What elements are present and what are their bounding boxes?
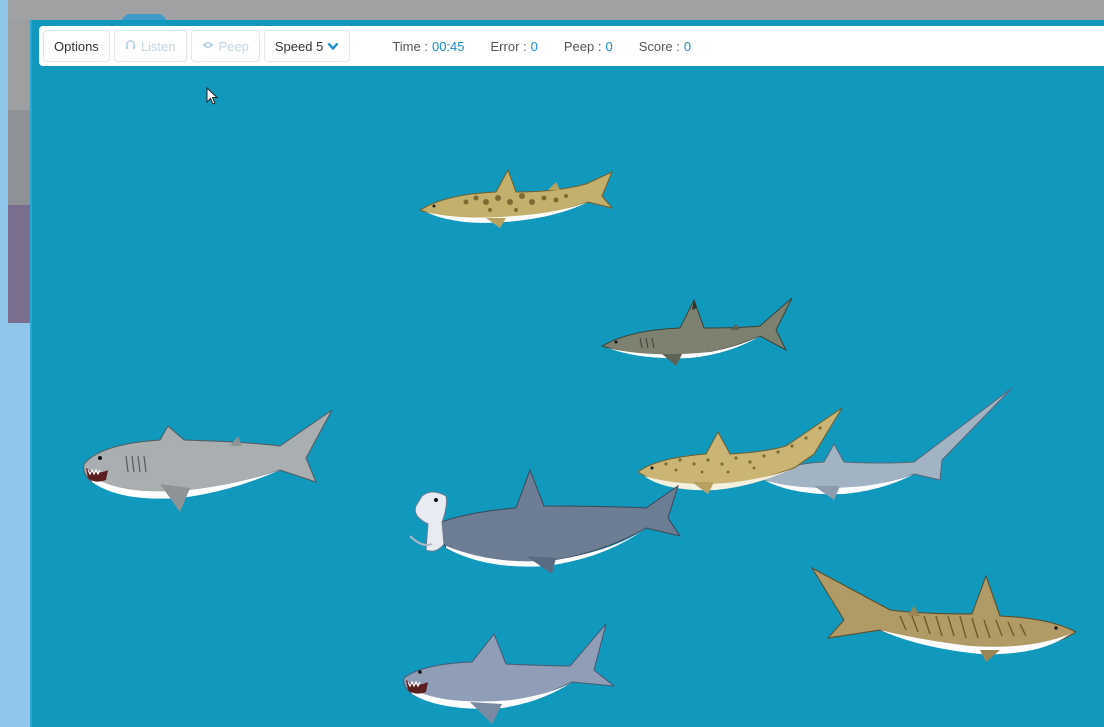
score-stat: Score :0 [639, 39, 691, 54]
headphones-icon [125, 39, 136, 53]
great-white-shark[interactable] [80, 406, 338, 514]
hammerhead-shark[interactable] [406, 466, 684, 576]
score-value: 0 [683, 38, 692, 54]
background-panel-strip [8, 110, 32, 205]
speed-label: Speed 5 [274, 38, 324, 54]
blacktip-shark[interactable] [600, 296, 800, 368]
score-label: Score : [638, 38, 680, 54]
error-stat: Error :0 [491, 39, 538, 54]
background-header [8, 0, 1104, 20]
tiger-shark[interactable] [810, 566, 1080, 662]
peep-stat-label: Peep : [563, 38, 602, 54]
time-value: 00:45 [431, 38, 465, 54]
chevron-down-icon [327, 39, 339, 54]
listen-label: Listen [140, 38, 176, 54]
mouse-pointer-icon [206, 87, 219, 105]
peep-stat: Peep :0 [564, 39, 613, 54]
time-stat: Time :00:45 [392, 39, 464, 54]
peep-button[interactable]: Peep [190, 30, 260, 62]
time-label: Time : [392, 38, 428, 54]
great-white-shark[interactable] [402, 622, 616, 726]
background-panel-strip [8, 205, 32, 323]
error-label: Error : [490, 38, 527, 54]
peep-value: 0 [605, 38, 613, 54]
game-window: Options Listen Peep Speed 5 Time :00:45 [30, 20, 1104, 727]
background-panel-strip [8, 20, 32, 110]
leopard-shark[interactable] [416, 162, 616, 232]
eye-icon [202, 40, 214, 53]
stats-bar: Time :00:45 Error :0 Peep :0 Score :0 [392, 39, 717, 54]
options-label: Options [54, 38, 99, 54]
speed-select[interactable]: Speed 5 [263, 30, 351, 62]
background-panel-strip [8, 323, 32, 727]
listen-button[interactable]: Listen [113, 30, 187, 62]
game-toolbar: Options Listen Peep Speed 5 Time :00:45 [39, 26, 1104, 66]
peep-label: Peep [218, 38, 249, 54]
options-button[interactable]: Options [43, 30, 110, 62]
error-value: 0 [530, 38, 538, 54]
